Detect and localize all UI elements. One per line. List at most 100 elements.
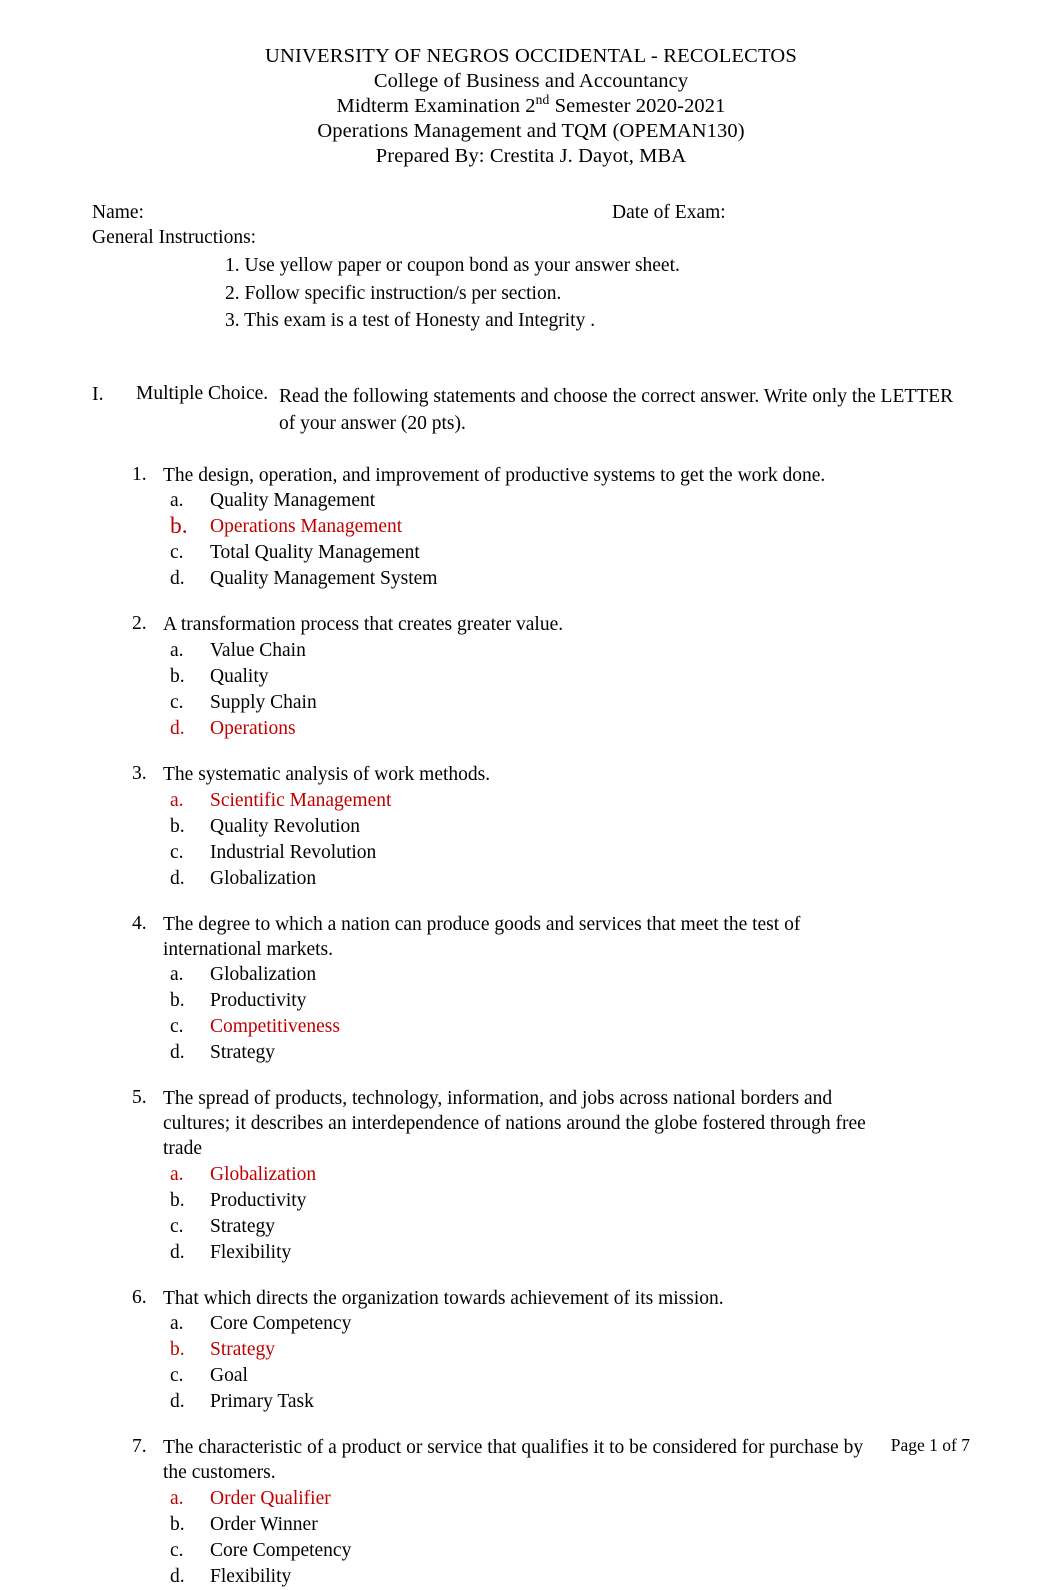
- question-number: 4.: [132, 912, 147, 934]
- choice-list: a. Core Competency b. Strategy c. Goal d. Prima…: [92, 1311, 970, 1415]
- choice-option-selected[interactable]: a. Order Qualifier: [92, 1486, 970, 1512]
- choice-option-selected[interactable]: a. Globalization: [92, 1162, 970, 1188]
- choice-letter: d.: [170, 718, 185, 740]
- choice-text: Order Winner: [210, 1513, 318, 1535]
- choice-text: Operations: [210, 718, 296, 740]
- choice-letter: d.: [170, 867, 185, 889]
- choice-text: Supply Chain: [210, 692, 317, 714]
- choice-text: Core Competency: [210, 1539, 352, 1561]
- choice-letter: a.: [170, 964, 184, 986]
- choice-text: Strategy: [210, 1042, 275, 1064]
- section-title: Multiple Choice.: [136, 383, 269, 405]
- choice-text: Order Qualifier: [210, 1487, 331, 1509]
- choice-letter: b.: [170, 1189, 185, 1211]
- university-name: UNIVERSITY OF NEGROS OCCIDENTAL - RECOLE…: [264, 45, 797, 67]
- choice-option[interactable]: c. Industrial Revolution: [92, 840, 970, 866]
- choice-list: a. Globalization b. Productivity c. Competiti…: [92, 962, 970, 1066]
- choice-option-selected[interactable]: b. Operations Management: [92, 513, 970, 540]
- choice-letter: c.: [170, 542, 184, 564]
- choice-text: Value Chain: [210, 640, 306, 662]
- choice-text: Strategy: [210, 1215, 275, 1237]
- instruction-item: 3. This exam is a test of Honesty and In…: [225, 310, 596, 332]
- choice-letter: b.: [170, 815, 185, 837]
- exam-term-prefix: Midterm Examination 2: [336, 95, 536, 117]
- choice-letter: a.: [170, 1163, 184, 1185]
- choice-option[interactable]: b. Quality Revolution: [92, 814, 970, 840]
- choice-letter: a.: [170, 789, 184, 811]
- choice-text: Globalization: [210, 964, 317, 986]
- page-footer: Page 1 of 7: [890, 1435, 970, 1455]
- choice-option-selected[interactable]: c. Competitiveness: [92, 1014, 970, 1040]
- choice-option-selected[interactable]: b. Strategy: [92, 1337, 970, 1363]
- choice-option[interactable]: a. Globalization: [92, 962, 970, 988]
- choice-letter: c.: [170, 1016, 184, 1038]
- choice-option[interactable]: c. Goal: [92, 1363, 970, 1389]
- question-stem: That which directs the organization towa…: [163, 1287, 724, 1309]
- choice-text: Quality Revolution: [210, 815, 361, 837]
- choice-text: Quality: [210, 666, 269, 688]
- choice-option-selected[interactable]: d. Operations: [92, 716, 970, 742]
- choice-letter: d.: [170, 1042, 185, 1064]
- question-stem: The spread of products, technology, info…: [163, 1088, 866, 1159]
- choice-option[interactable]: d. Primary Task: [92, 1389, 970, 1415]
- choice-option[interactable]: a. Core Competency: [92, 1311, 970, 1337]
- choice-text: Total Quality Management: [210, 542, 420, 564]
- choice-text: Strategy: [210, 1339, 275, 1361]
- choice-option[interactable]: c. Total Quality Management: [92, 540, 970, 566]
- question-list: 1. The design, operation, and improvement…: [92, 464, 970, 1590]
- choice-text: Globalization: [210, 1163, 317, 1185]
- question-number: 6.: [132, 1286, 147, 1308]
- exam-term-suffix: Semester 2020-2021: [549, 95, 726, 117]
- question-stem: The degree to which a nation can produce…: [163, 913, 801, 960]
- choice-option[interactable]: b. Order Winner: [92, 1512, 970, 1538]
- general-instructions-label: General Instructions:: [92, 227, 257, 248]
- question-stem: The characteristic of a product or servi…: [163, 1437, 864, 1484]
- choice-letter: b.: [170, 1339, 185, 1361]
- choice-letter: b.: [170, 666, 185, 688]
- question-item: 2. A transformation process that creates …: [92, 613, 970, 742]
- choice-option[interactable]: d. Quality Management System: [92, 566, 970, 592]
- choice-option[interactable]: d. Strategy: [92, 1040, 970, 1066]
- choice-text: Competitiveness: [210, 1016, 340, 1038]
- choice-option[interactable]: b. Quality: [92, 664, 970, 690]
- choice-letter: c.: [170, 692, 184, 714]
- choice-option[interactable]: a. Value Chain: [92, 638, 970, 664]
- question-number: 5.: [132, 1087, 147, 1109]
- exam-term-line: Midterm Examination 2nd Semester 2020-20…: [92, 93, 970, 119]
- question-item: 4. The degree to which a nation can produ…: [92, 913, 970, 1067]
- choice-option[interactable]: a. Quality Management: [92, 488, 970, 514]
- choice-letter: c.: [170, 1215, 184, 1237]
- choice-text: Globalization: [210, 867, 317, 889]
- choice-option[interactable]: c. Core Competency: [92, 1538, 970, 1564]
- general-instructions-list: 1. Use yellow paper or coupon bond as yo…: [92, 252, 970, 335]
- choice-option[interactable]: d. Globalization: [92, 866, 970, 892]
- choice-text: Flexibility: [210, 1241, 292, 1263]
- choice-option[interactable]: c. Strategy: [92, 1214, 970, 1240]
- choice-list: a. Scientific Management b. Quality Revolut…: [92, 788, 970, 892]
- question-stem: A transformation process that creates gr…: [163, 614, 564, 636]
- instruction-item: 2. Follow specific instruction/s per sec…: [225, 282, 562, 304]
- date-of-exam-label: Date of Exam:: [612, 202, 726, 223]
- choice-letter: a.: [170, 1487, 184, 1509]
- college-name: College of Business and Accountancy: [373, 70, 689, 92]
- question-stem: The design, operation, and improvement o…: [163, 464, 826, 486]
- choice-letter: c.: [170, 1539, 184, 1561]
- choice-option[interactable]: d. Flexibility: [92, 1240, 970, 1266]
- prepared-by: Prepared By: Crestita J. Dayot, MBA: [375, 145, 687, 167]
- choice-letter: a.: [170, 1313, 184, 1335]
- section-numeral: I.: [92, 383, 104, 406]
- choice-list: a. Order Qualifier b. Order Winner c. Core Co…: [92, 1486, 970, 1590]
- choice-option[interactable]: b. Productivity: [92, 988, 970, 1014]
- choice-letter: d.: [170, 1565, 185, 1587]
- choice-list: a. Globalization b. Productivity c. Strategy d…: [92, 1162, 970, 1266]
- choice-list: a. Quality Management b. Operations Managem…: [92, 488, 970, 592]
- question-stem: The systematic analysis of work methods.: [163, 764, 491, 786]
- choice-option[interactable]: d. Flexibility: [92, 1564, 970, 1590]
- choice-option-selected[interactable]: a. Scientific Management: [92, 788, 970, 814]
- choice-letter: c.: [170, 841, 184, 863]
- choice-option[interactable]: b. Productivity: [92, 1188, 970, 1214]
- choice-option[interactable]: c. Supply Chain: [92, 690, 970, 716]
- question-number: 2.: [132, 613, 147, 635]
- question-number: 3.: [132, 763, 147, 785]
- choice-text: Flexibility: [210, 1565, 292, 1587]
